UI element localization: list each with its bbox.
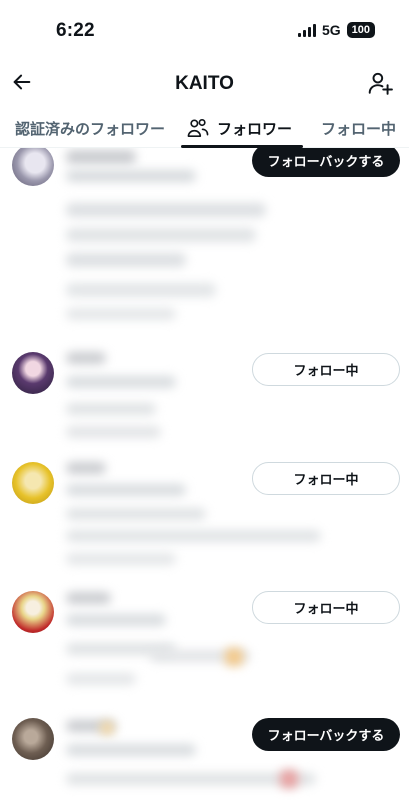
- list-item[interactable]: フォロー中: [0, 588, 409, 718]
- add-user-icon: [368, 72, 393, 95]
- avatar[interactable]: [12, 352, 54, 394]
- blurred-name: [66, 592, 111, 604]
- blurred-name: [66, 150, 136, 164]
- tab-followers[interactable]: フォロワー: [187, 108, 292, 148]
- signal-icon: [297, 23, 316, 37]
- blurred-bio: [66, 283, 216, 297]
- blurred-bio: [66, 403, 156, 415]
- people-icon: [187, 119, 209, 137]
- blurred-bio: [66, 308, 176, 320]
- tab-bar: 認証済みのフォロワー フォロワー フォロー中: [0, 108, 409, 148]
- blurred-bio: [66, 530, 321, 542]
- following-button[interactable]: フォロー中: [252, 462, 400, 495]
- page-title: KAITO: [175, 73, 234, 94]
- blurred-handle: [66, 376, 176, 388]
- battery-icon: 100: [346, 22, 375, 38]
- follow-back-button[interactable]: フォローバックする: [252, 148, 400, 177]
- tab-label: フォロワー: [217, 120, 293, 138]
- avatar[interactable]: [12, 591, 54, 633]
- blurred-handle: [66, 744, 196, 756]
- tab-label: フォロー中: [321, 120, 397, 138]
- list-item[interactable]: フォロー中: [0, 458, 409, 588]
- blurred-handle: [66, 170, 196, 182]
- blurred-bio: [66, 426, 161, 438]
- following-button[interactable]: フォロー中: [252, 353, 400, 386]
- add-user-button[interactable]: [365, 68, 395, 98]
- network-type: 5G: [321, 22, 341, 38]
- blurred-emoji: [225, 648, 243, 666]
- tab-verified-followers[interactable]: 認証済みのフォロワー: [15, 108, 165, 148]
- follower-list: フォローバックする フォロー中 フォロー中 フォロー中 フォローバックする: [0, 148, 409, 800]
- blurred-handle: [66, 614, 166, 626]
- blurred-handle: [66, 484, 186, 496]
- tab-following[interactable]: フォロー中: [321, 108, 396, 148]
- following-button[interactable]: フォロー中: [252, 591, 400, 624]
- blurred-bio: [66, 203, 266, 217]
- blurred-bio: [66, 673, 136, 685]
- blurred-name: [66, 352, 106, 364]
- blurred-bio: [66, 508, 206, 520]
- header: KAITO: [0, 58, 409, 108]
- status-time: 6:22: [56, 20, 95, 41]
- blurred-name: [66, 462, 106, 474]
- blurred-bio: [66, 253, 186, 267]
- follow-back-button[interactable]: フォローバックする: [252, 718, 400, 751]
- blurred-bio: [66, 553, 176, 565]
- blurred-emoji: [100, 721, 114, 735]
- avatar[interactable]: [12, 148, 54, 186]
- status-bar: 6:22 5G 100: [0, 0, 409, 58]
- tab-label: 認証済みのフォロワー: [15, 120, 166, 138]
- blurred-bio: [66, 773, 316, 785]
- blurred-bio: [66, 228, 256, 242]
- blurred-emoji: [280, 770, 298, 788]
- avatar[interactable]: [12, 462, 54, 504]
- list-item[interactable]: フォロー中: [0, 348, 409, 458]
- list-item[interactable]: フォローバックする: [0, 718, 409, 800]
- avatar[interactable]: [12, 718, 54, 760]
- status-indicators: 5G 100: [297, 22, 375, 38]
- list-item[interactable]: フォローバックする: [0, 148, 409, 348]
